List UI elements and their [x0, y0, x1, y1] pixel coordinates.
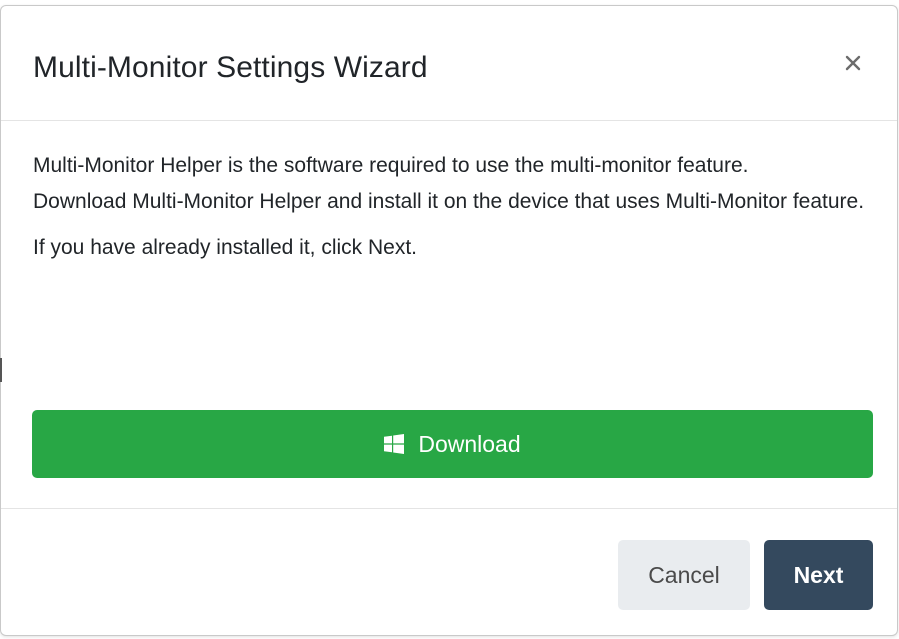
multi-monitor-wizard-dialog: Multi-Monitor Settings Wizard Multi-Moni…: [0, 5, 898, 636]
background-edge-mark: [0, 358, 2, 382]
dialog-body: Multi-Monitor Helper is the software req…: [33, 148, 873, 266]
download-button[interactable]: Download: [32, 410, 873, 478]
close-button[interactable]: [839, 49, 867, 77]
dialog-footer: Cancel Next: [1, 508, 897, 636]
dialog-header: Multi-Monitor Settings Wizard: [1, 6, 897, 121]
helper-description-text: Multi-Monitor Helper is the software req…: [33, 154, 749, 177]
already-installed-text: If you have already installed it, click …: [33, 236, 418, 259]
install-instruction-text: Download Multi-Monitor Helper and instal…: [33, 190, 865, 213]
close-icon: [845, 55, 861, 71]
next-button[interactable]: Next: [764, 540, 873, 610]
cancel-button[interactable]: Cancel: [618, 540, 750, 610]
download-button-label: Download: [418, 430, 521, 457]
dialog-title: Multi-Monitor Settings Wizard: [33, 51, 428, 84]
windows-logo-icon: [384, 434, 405, 454]
